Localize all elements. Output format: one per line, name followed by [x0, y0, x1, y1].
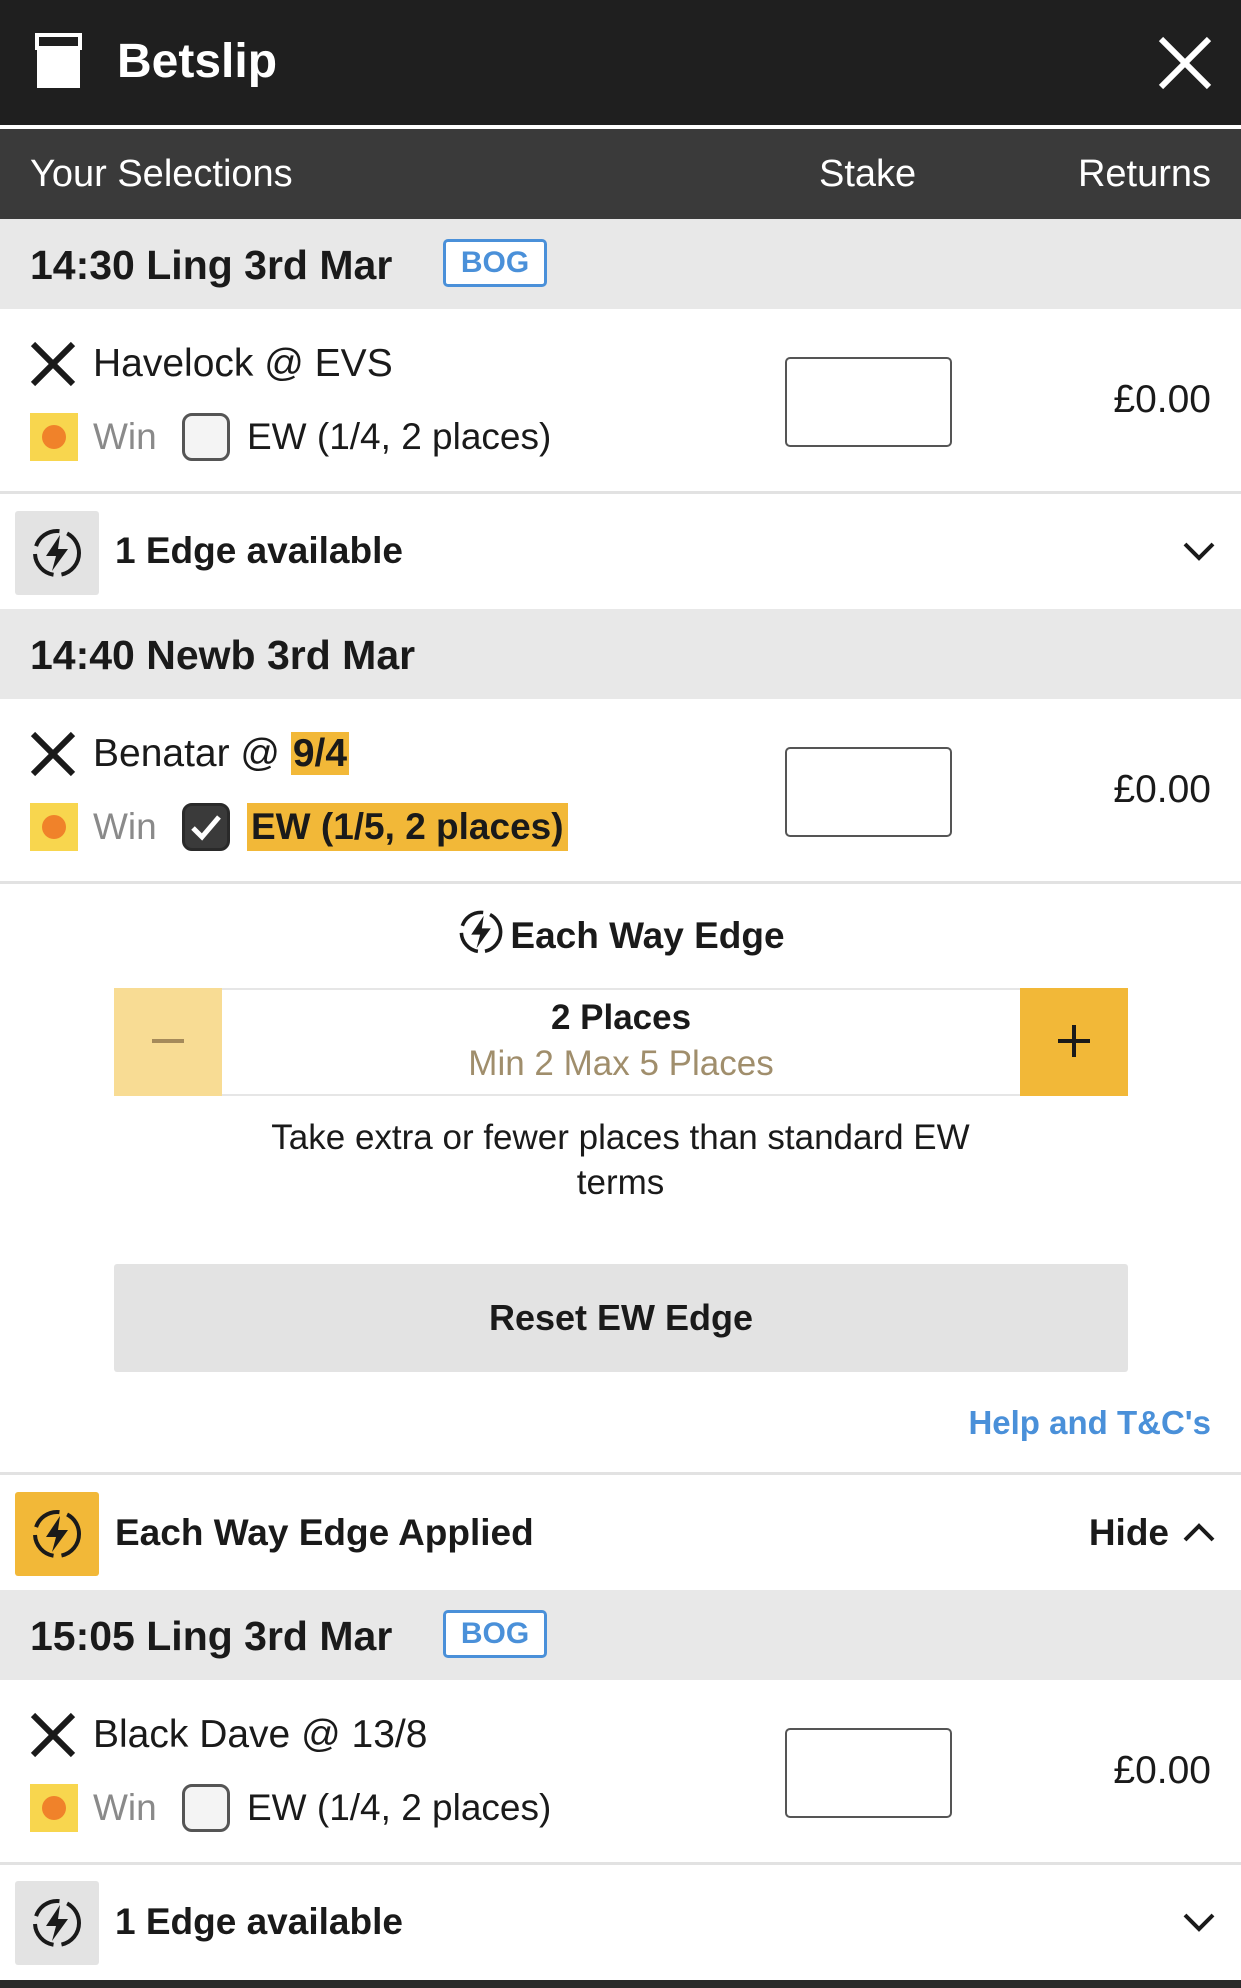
stake-input[interactable]: [785, 357, 952, 447]
places-range: Min 2 Max 5 Places: [468, 1044, 774, 1083]
runner-odds: 13/8: [351, 1713, 428, 1756]
bog-badge: BOG: [443, 1610, 547, 1658]
chevron-up-icon: [1183, 1523, 1215, 1542]
win-radio[interactable]: [30, 803, 78, 851]
column-stake: Stake: [819, 153, 917, 195]
race-header: 14:40 Newb 3rd Mar: [0, 609, 1241, 699]
returns-value: £0.00: [1113, 378, 1211, 421]
race-header: 14:30 Ling 3rd Mar BOG: [0, 219, 1241, 309]
each-way-label: EW (1/4, 2 places): [247, 416, 552, 457]
selection-name: Havelock @ EVS: [93, 339, 393, 389]
runner-odds: EVS: [314, 342, 393, 385]
runner-name: Havelock @: [93, 342, 315, 385]
edge-text: 1 Edge available: [115, 530, 403, 571]
each-way-edge-description: Take extra or fewer places than standard…: [271, 1118, 970, 1202]
each-way-edge-panel: Each Way Edge 2 Places Min 2 Max 5 Place…: [0, 885, 1241, 1475]
each-way-checkbox[interactable]: [182, 1784, 230, 1832]
edge-applied-row[interactable]: Each Way Edge Applied Hide: [0, 1478, 1241, 1593]
edge-text: Each Way Edge Applied: [115, 1512, 534, 1553]
race-title: 15:05 Ling 3rd Mar: [30, 1613, 393, 1659]
radio-dot-icon: [42, 815, 66, 839]
each-way-checkbox[interactable]: [182, 413, 230, 461]
close-icon[interactable]: [1155, 33, 1215, 93]
selection-name: Benatar @ 9/4: [93, 729, 350, 779]
win-label: Win: [93, 1787, 157, 1828]
stake-input[interactable]: [785, 747, 952, 837]
runner-name: Black Dave @: [93, 1713, 352, 1756]
column-your-selections: Your Selections: [30, 153, 293, 195]
race-header: 15:05 Ling 3rd Mar BOG: [0, 1590, 1241, 1680]
column-header-bar: Your Selections Stake Returns: [0, 129, 1241, 219]
each-way-label: EW (1/4, 2 places): [247, 1787, 552, 1828]
stake-input[interactable]: [785, 1728, 952, 1818]
selection-row: Black Dave @ 13/8 Win EW (1/4, 2 places)…: [0, 1680, 1241, 1865]
increase-places-button[interactable]: [1020, 988, 1128, 1096]
chevron-down-icon: [1183, 542, 1215, 561]
win-label: Win: [93, 416, 157, 457]
hide-button[interactable]: Hide: [1089, 1509, 1169, 1557]
runner-odds: 9/4: [290, 732, 350, 775]
chevron-down-icon: [1183, 1913, 1215, 1932]
edge-available-row[interactable]: 1 Edge available: [0, 494, 1241, 609]
win-label: Win: [93, 806, 157, 847]
returns-value: £0.00: [1113, 768, 1211, 811]
race-title: 14:30 Ling 3rd Mar: [30, 242, 393, 288]
lightning-icon: [33, 529, 81, 577]
returns-value: £0.00: [1113, 1749, 1211, 1792]
check-icon: [191, 815, 221, 841]
win-radio[interactable]: [30, 413, 78, 461]
decrease-places-button[interactable]: [114, 988, 222, 1096]
edge-icon-box: [15, 511, 99, 595]
edge-icon-box: [15, 1881, 99, 1965]
page-title: Betslip: [117, 35, 278, 88]
selection-row: Benatar @ 9/4 Win EW (1/5, 2 places) £0.…: [0, 699, 1241, 884]
each-way-edge-title: Each Way Edge: [0, 907, 1241, 960]
edge-available-row[interactable]: 1 Edge available: [0, 1866, 1241, 1981]
radio-dot-icon: [42, 425, 66, 449]
each-way-edge-title-text: Each Way Edge: [510, 915, 785, 956]
bottom-bar: [0, 1980, 1241, 1988]
runner-name: Benatar @: [93, 732, 291, 775]
each-way-checkbox[interactable]: [182, 803, 230, 851]
minus-icon: [152, 1039, 184, 1043]
bog-badge: BOG: [443, 239, 547, 287]
edge-icon-box: [15, 1492, 99, 1576]
betslip-icon: [35, 33, 82, 88]
each-way-label: EW (1/5, 2 places): [247, 803, 568, 851]
lightning-icon: [33, 1510, 81, 1558]
betslip-header: Betslip: [0, 0, 1241, 127]
lightning-icon: [459, 910, 503, 954]
edge-text: 1 Edge available: [115, 1901, 403, 1942]
remove-selection-icon[interactable]: [28, 1710, 78, 1760]
lightning-icon: [33, 1899, 81, 1947]
help-and-tcs-link[interactable]: Help and T&C's: [968, 1401, 1211, 1445]
win-radio[interactable]: [30, 1784, 78, 1832]
column-returns: Returns: [1077, 153, 1211, 195]
radio-dot-icon: [42, 1796, 66, 1820]
places-stepper: 2 Places Min 2 Max 5 Places: [114, 988, 1128, 1096]
remove-selection-icon[interactable]: [28, 729, 78, 779]
selection-name: Black Dave @ 13/8: [93, 1710, 427, 1760]
race-title: 14:40 Newb 3rd Mar: [30, 632, 416, 678]
remove-selection-icon[interactable]: [28, 339, 78, 389]
reset-ew-edge-button[interactable]: Reset EW Edge: [114, 1264, 1128, 1372]
places-value: 2 Places: [550, 998, 692, 1037]
selection-row: Havelock @ EVS Win EW (1/4, 2 places) £0…: [0, 309, 1241, 494]
